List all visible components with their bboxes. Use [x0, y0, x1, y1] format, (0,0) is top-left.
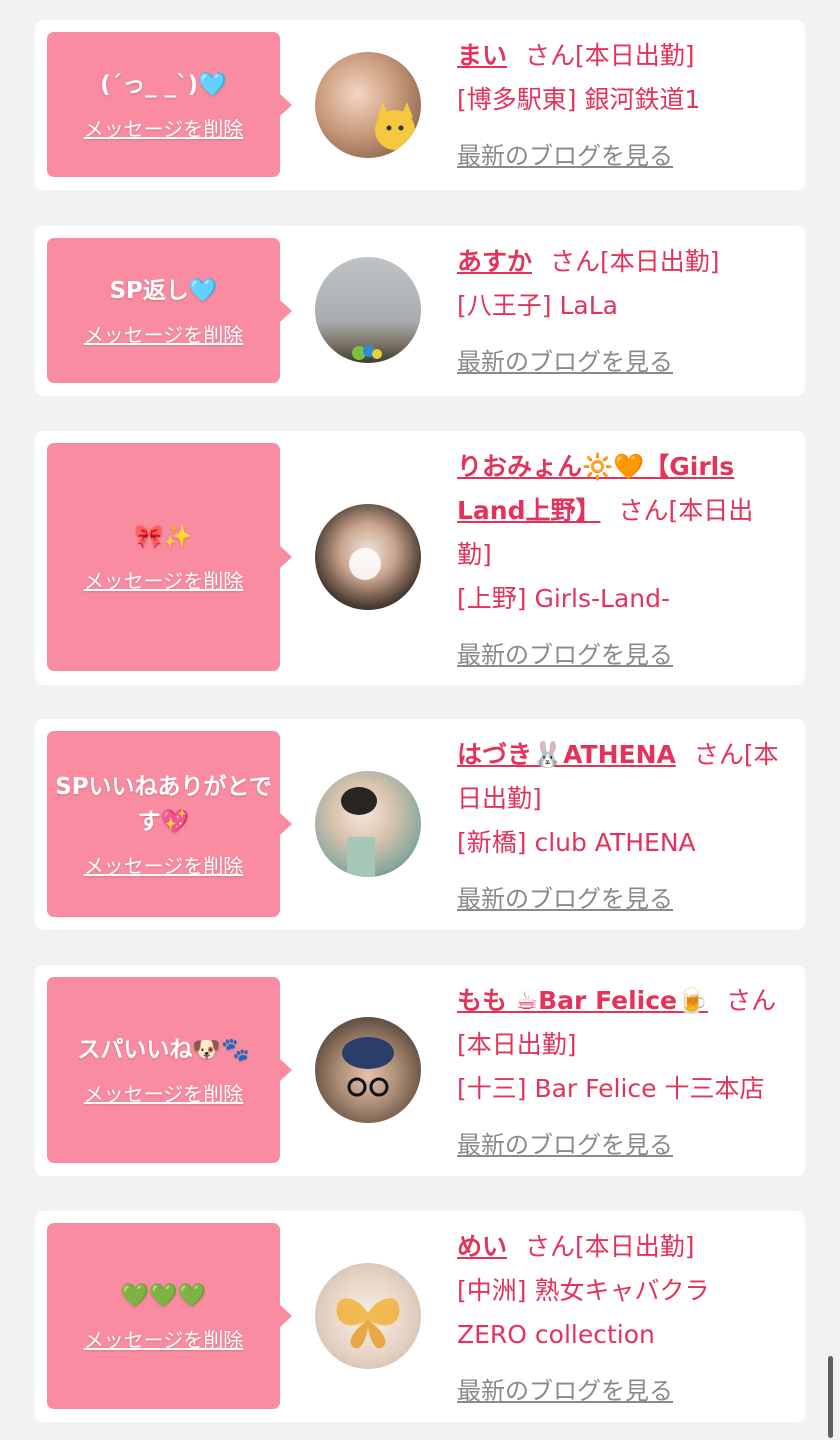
delete-message-link[interactable]: メッセージを削除	[84, 1078, 244, 1107]
message-card: 🎀✨ メッセージを削除 りおみょん🔆🧡【Girls Land上野】 さん[本日出勤…	[35, 431, 805, 685]
cast-location: [博多駅東] 銀河鉄道1	[457, 85, 701, 114]
message-card: スパいいね🐶🐾 メッセージを削除 もも ☕Bar Felice🍺 さん[本日出勤]…	[35, 965, 805, 1176]
avatar-image	[349, 548, 381, 580]
delete-message-link[interactable]: メッセージを削除	[84, 565, 244, 594]
latest-blog-link[interactable]: 最新のブログを見る	[457, 134, 673, 178]
latest-blog-link[interactable]: 最新のブログを見る	[457, 1123, 673, 1167]
avatar[interactable]	[315, 1263, 421, 1369]
avatar[interactable]	[315, 1017, 421, 1123]
avatar-image	[336, 1298, 400, 1349]
delete-message-link[interactable]: メッセージを削除	[84, 850, 244, 879]
message-card: SP返し🩵 メッセージを削除 あすか さん[本日出勤] [八王子] LaLa 最新…	[35, 226, 805, 396]
avatar[interactable]	[315, 771, 421, 877]
avatar[interactable]	[315, 257, 421, 363]
message-bubble: スパいいね🐶🐾 メッセージを削除	[47, 977, 280, 1163]
avatar-image	[341, 787, 377, 877]
message-text: SPいいねありがとです💖	[55, 773, 272, 835]
latest-blog-link[interactable]: 最新のブログを見る	[457, 633, 673, 677]
cast-name-link[interactable]: もも ☕Bar Felice🍺	[457, 986, 708, 1015]
cast-name-link[interactable]: まい	[457, 41, 507, 70]
cast-info: あすか さん[本日出勤] [八王子] LaLa 最新のブログを見る	[457, 240, 787, 384]
cast-name-link[interactable]: めい	[457, 1232, 507, 1261]
cast-info: まい さん[本日出勤] [博多駅東] 銀河鉄道1 最新のブログを見る	[457, 34, 787, 178]
cast-location: [新橋] club ATHENA	[457, 828, 696, 857]
avatar-image	[342, 1037, 394, 1097]
message-bubble: SP返し🩵 メッセージを削除	[47, 238, 280, 383]
delete-message-link[interactable]: メッセージを削除	[84, 319, 244, 348]
cast-status: さん[本日出勤]	[550, 247, 720, 276]
avatar[interactable]	[315, 52, 421, 158]
latest-blog-link[interactable]: 最新のブログを見る	[457, 877, 673, 921]
cast-name-link[interactable]: あすか	[457, 247, 532, 276]
message-text: (´っ_ _`)🩵	[100, 71, 227, 98]
message-card: (´っ_ _`)🩵 メッセージを削除 まい さん[本日出勤] [博多駅東] 銀河鉄…	[35, 20, 805, 190]
cast-name-link[interactable]: はづき🐰ATHENA	[457, 740, 676, 769]
cast-location: [中洲] 熟女キャバクラ ZERO collection	[457, 1276, 710, 1349]
message-bubble: 💚💚💚 メッセージを削除	[47, 1223, 280, 1409]
cast-location: [八王子] LaLa	[457, 291, 618, 320]
message-bubble: SPいいねありがとです💖 メッセージを削除	[47, 731, 280, 917]
cast-location: [上野] Girls-Land-	[457, 584, 671, 613]
cast-info: めい さん[本日出勤] [中洲] 熟女キャバクラ ZERO collection …	[457, 1225, 787, 1413]
avatar-image	[352, 345, 382, 360]
avatar-image	[375, 102, 415, 150]
delete-message-link[interactable]: メッセージを削除	[84, 113, 244, 142]
cast-status: さん[本日出勤]	[525, 1232, 695, 1261]
cast-info: もも ☕Bar Felice🍺 さん[本日出勤] [十三] Bar Felice …	[457, 979, 787, 1167]
latest-blog-link[interactable]: 最新のブログを見る	[457, 1369, 673, 1413]
cast-status: さん[本日出勤]	[525, 41, 695, 70]
message-text: SP返し🩵	[109, 277, 218, 304]
message-card: SPいいねありがとです💖 メッセージを削除 はづき🐰ATHENA さん[本日出勤]…	[35, 719, 805, 930]
message-bubble: 🎀✨ メッセージを削除	[47, 443, 280, 671]
delete-message-link[interactable]: メッセージを削除	[84, 1324, 244, 1353]
message-bubble: (´っ_ _`)🩵 メッセージを削除	[47, 32, 280, 177]
cast-info: りおみょん🔆🧡【Girls Land上野】 さん[本日出勤] [上野] Girls…	[457, 445, 787, 677]
cast-info: はづき🐰ATHENA さん[本日出勤] [新橋] club ATHENA 最新のブ…	[457, 733, 787, 921]
latest-blog-link[interactable]: 最新のブログを見る	[457, 340, 673, 384]
cast-location: [十三] Bar Felice 十三本店	[457, 1074, 765, 1103]
message-text: スパいいね🐶🐾	[77, 1037, 250, 1063]
scrollbar[interactable]	[828, 1356, 833, 1438]
message-card: 💚💚💚 メッセージを削除 めい さん[本日出勤] [中洲] 熟女キャバクラ ZER…	[35, 1211, 805, 1422]
message-text: 🎀✨	[134, 524, 193, 550]
avatar[interactable]	[315, 504, 421, 610]
message-text: 💚💚💚	[120, 1283, 207, 1309]
